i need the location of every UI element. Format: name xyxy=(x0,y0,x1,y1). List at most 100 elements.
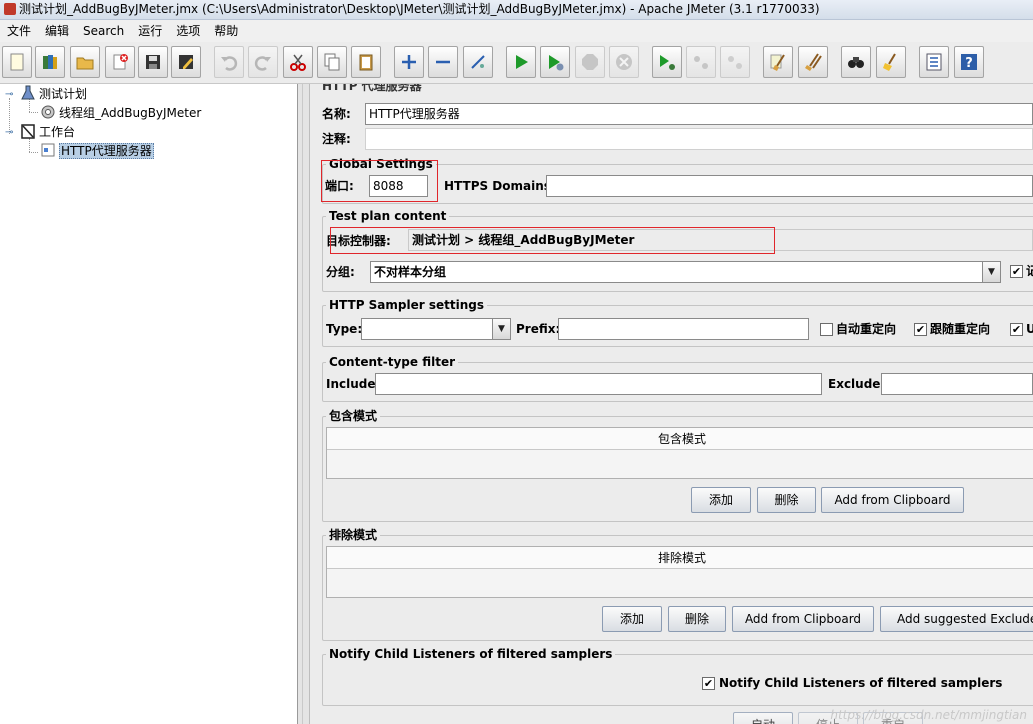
comment-field[interactable] xyxy=(365,128,1033,150)
exclude-clipboard-button[interactable]: Add from Clipboard xyxy=(732,606,874,632)
remote-stop-button[interactable] xyxy=(686,46,716,78)
expand-all-button[interactable] xyxy=(394,46,424,78)
grouping-select[interactable]: 不对样本分组 ▼ xyxy=(370,261,1001,283)
menu-help[interactable]: 帮助 xyxy=(207,20,245,42)
edit-pencil-icon xyxy=(179,55,193,69)
include-clipboard-button[interactable]: Add from Clipboard xyxy=(821,487,964,513)
binoculars-icon xyxy=(848,57,864,68)
remote-start-icon xyxy=(660,55,675,70)
include-delete-button[interactable]: 删除 xyxy=(757,487,816,513)
paste-clipboard-icon xyxy=(359,54,373,71)
clear-all-button[interactable] xyxy=(798,46,828,78)
panel-header: HTTP 代理服务器 xyxy=(322,84,422,93)
scissors-icon xyxy=(290,54,306,71)
redo-button[interactable] xyxy=(248,46,278,78)
play-icon xyxy=(516,55,528,69)
include-patterns-column-header[interactable]: 包含模式 xyxy=(327,428,1033,450)
menu-search[interactable]: Search xyxy=(76,20,131,42)
save-button[interactable] xyxy=(138,46,168,78)
search-button[interactable] xyxy=(841,46,871,78)
copy-button[interactable] xyxy=(317,46,347,78)
follow-redirect-checkbox[interactable]: ✔ xyxy=(914,323,927,336)
exclude-patterns-table[interactable]: 排除模式 xyxy=(326,546,1033,598)
remote-start-button[interactable] xyxy=(652,46,682,78)
port-label: 端口: xyxy=(325,179,354,193)
start-proxy-button[interactable]: 启动 xyxy=(733,712,793,724)
include-patterns-table[interactable]: 包含模式 xyxy=(326,427,1033,479)
collapse-all-button[interactable] xyxy=(428,46,458,78)
auto-redirect-checkbox[interactable] xyxy=(820,323,833,336)
reset-search-button[interactable] xyxy=(876,46,906,78)
menu-edit[interactable]: 编辑 xyxy=(38,20,76,42)
help-button[interactable]: ? xyxy=(954,46,984,78)
collapse-toggle-icon[interactable]: ⊸ xyxy=(5,128,14,138)
add-suggested-excludes-button[interactable]: Add suggested Excludes xyxy=(880,606,1033,632)
reset-broom-icon xyxy=(883,53,896,71)
tree-node-test-plan[interactable]: 测试计划 xyxy=(20,85,87,103)
remote-stop-icon xyxy=(694,56,708,69)
proxy-config-panel: HTTP 代理服务器 名称: HTTP代理服务器 注释: Global Sett… xyxy=(310,84,1033,724)
notify-checkbox[interactable]: ✔ xyxy=(702,677,715,690)
comment-label: 注释: xyxy=(322,132,351,146)
tree-node-workbench[interactable]: 工作台 xyxy=(20,123,75,141)
name-field[interactable]: HTTP代理服务器 xyxy=(365,103,1033,125)
menu-run[interactable]: 运行 xyxy=(131,20,169,42)
https-domains-field[interactable] xyxy=(546,175,1033,197)
tree-node-label: 线程组_AddBugByJMeter xyxy=(59,106,202,120)
function-helper-button[interactable] xyxy=(919,46,949,78)
split-pane-divider[interactable] xyxy=(298,84,310,724)
auto-redirect-label: 自动重定向 xyxy=(836,322,897,336)
close-file-icon xyxy=(113,54,128,70)
new-button[interactable] xyxy=(2,46,32,78)
undo-button[interactable] xyxy=(214,46,244,78)
paste-button[interactable] xyxy=(351,46,381,78)
list-icon xyxy=(926,53,942,71)
toggle-button[interactable] xyxy=(463,46,493,78)
menu-file[interactable]: 文件 xyxy=(0,20,38,42)
include-add-button[interactable]: 添加 xyxy=(691,487,751,513)
tree-node-http-proxy[interactable]: HTTP代理服务器 xyxy=(40,142,154,160)
templates-button[interactable] xyxy=(35,46,65,78)
remote-shutdown-button[interactable] xyxy=(720,46,750,78)
window-title: 测试计划_AddBugByJMeter.jmx (C:\Users\Admini… xyxy=(19,2,820,16)
stop-icon xyxy=(582,54,598,70)
undo-icon xyxy=(221,56,238,71)
target-controller-field[interactable]: 测试计划 > 线程组_AddBugByJMeter xyxy=(408,229,1033,251)
grouping-label: 分组: xyxy=(326,265,355,279)
include-patterns-title: 包含模式 xyxy=(326,409,381,423)
exclude-label: Exclude: xyxy=(828,377,886,391)
clear-button[interactable] xyxy=(763,46,793,78)
tree-node-thread-group[interactable]: 线程组_AddBugByJMeter xyxy=(40,104,201,122)
play-no-pause-icon xyxy=(549,55,564,71)
broom-all-icon xyxy=(805,53,822,71)
dropdown-arrow-icon: ▼ xyxy=(982,262,1000,282)
menu-bar: 文件 编辑 Search 运行 选项 帮助 xyxy=(0,20,1033,42)
start-no-pauses-button[interactable] xyxy=(540,46,570,78)
help-question-icon: ? xyxy=(961,54,977,71)
menu-options[interactable]: 选项 xyxy=(169,20,207,42)
window-title-bar: 测试计划_AddBugByJMeter.jmx (C:\Users\Admini… xyxy=(0,0,1033,20)
record-checkbox[interactable]: ✔ xyxy=(1010,265,1023,278)
exclude-add-button[interactable]: 添加 xyxy=(602,606,662,632)
collapse-toggle-icon[interactable]: ⊸ xyxy=(5,90,14,100)
keepalive-checkbox[interactable]: ✔ xyxy=(1010,323,1023,336)
svg-text:?: ? xyxy=(965,56,973,71)
prefix-field[interactable] xyxy=(558,318,809,340)
exclude-delete-button[interactable]: 删除 xyxy=(668,606,726,632)
save-as-button[interactable] xyxy=(171,46,201,78)
type-select[interactable]: ▼ xyxy=(361,318,511,340)
exclude-patterns-column-header[interactable]: 排除模式 xyxy=(327,547,1033,569)
port-field[interactable]: 8088 xyxy=(369,175,428,197)
cut-button[interactable] xyxy=(283,46,313,78)
gear-icon xyxy=(41,105,55,119)
test-plan-content-title: Test plan content xyxy=(326,209,450,223)
watermark-text: https://blog.csdn.net/mmjingtian xyxy=(830,708,1027,722)
shutdown-button[interactable] xyxy=(609,46,639,78)
stop-button[interactable] xyxy=(575,46,605,78)
jmeter-app-icon xyxy=(4,3,16,15)
exclude-field[interactable] xyxy=(881,373,1033,395)
start-button[interactable] xyxy=(506,46,536,78)
close-button[interactable] xyxy=(105,46,135,78)
open-button[interactable] xyxy=(70,46,100,78)
include-field[interactable] xyxy=(375,373,822,395)
